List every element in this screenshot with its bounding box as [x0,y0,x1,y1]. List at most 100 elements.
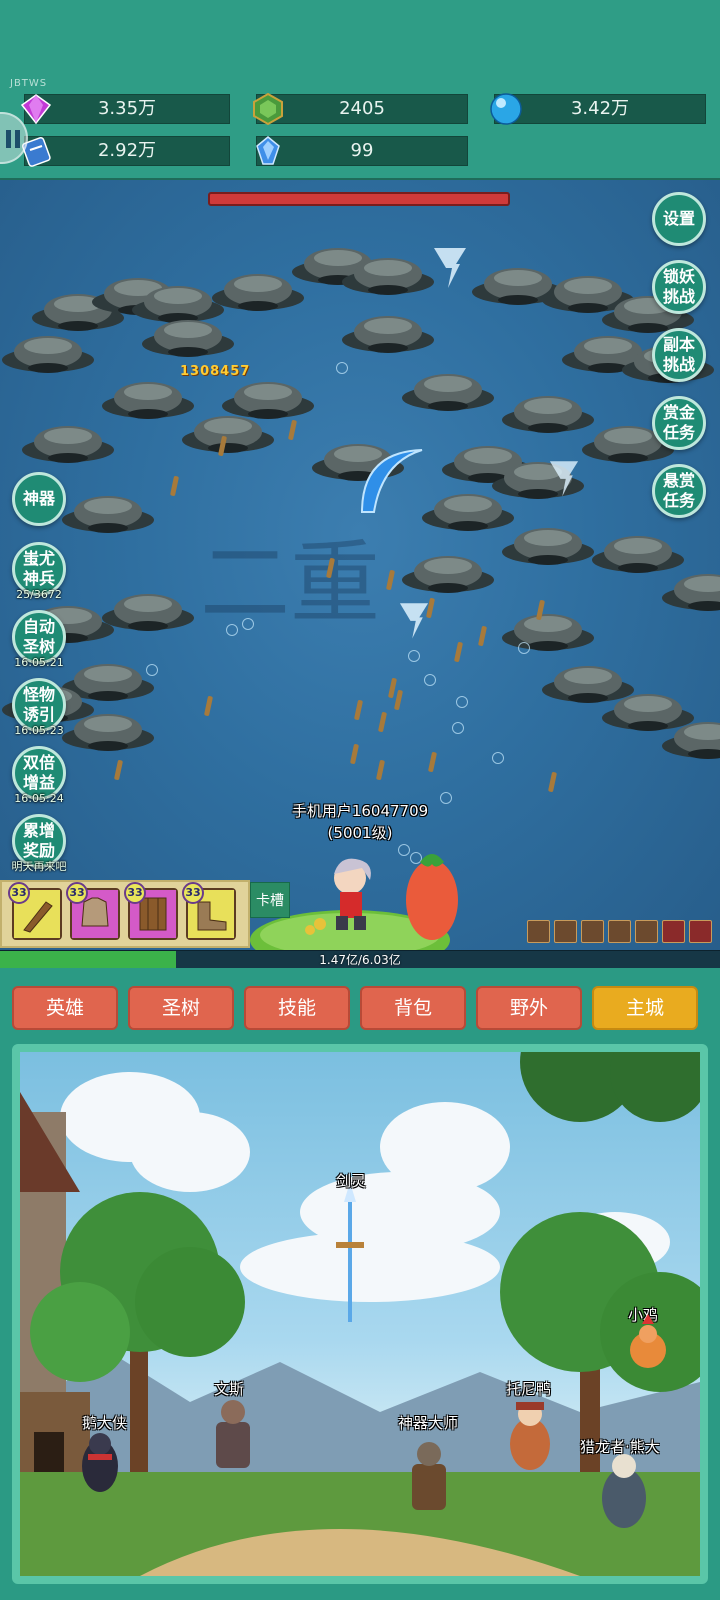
skill-icon[interactable] [554,920,577,943]
chiyou-weapon-button[interactable]: 蚩尤 神兵 25/3672 [12,542,66,601]
tornado-effect [434,248,466,288]
arrow-projectile [453,641,464,663]
flying-saucer-enemy [22,426,114,463]
flying-saucer-enemy [402,556,494,593]
skill-icon[interactable] [689,920,712,943]
skill-icon[interactable] [608,920,631,943]
blue-slash-effect [360,449,423,513]
bubble [452,722,464,734]
skill-icon-row [527,920,712,943]
blue-orb-icon [490,93,522,125]
flying-saucer-enemy [502,528,594,565]
arrow-projectile [377,711,388,733]
arrow-projectile [387,677,398,699]
tornado-effect [549,461,579,497]
settings-button[interactable]: 设置 [652,192,706,246]
card-boots[interactable]: 33 [182,882,236,940]
resource-diamond: 3.35万 [20,94,230,125]
tab-heroes[interactable]: 英雄 [12,986,118,1030]
player-nameplate: 手机用户16047709 (5001级) [270,800,450,844]
bubble [518,642,530,654]
main-tab-bar: 英雄 圣树 技能 背包 野外 主城 [12,986,708,1032]
arrow-projectile [427,751,438,773]
npc-label-sword-spirit[interactable]: 剑灵 [336,1170,366,1191]
flying-saucer-enemy [402,374,494,411]
resource-orb: 3.42万 [490,93,706,125]
auto-tree-button[interactable]: 自动 圣树 16:05:21 [12,610,66,669]
arrow-projectile [203,695,214,717]
npc-label-dragon-hunter[interactable]: 猎龙者·熊大 [580,1436,660,1457]
reward-task-button[interactable]: 悬赏 任务 [652,464,706,518]
npc-label-chick[interactable]: 小鸡 [628,1304,658,1325]
flying-saucer-enemy [62,496,154,533]
battle-watermark: 二重 [200,531,380,636]
chiyou-progress: 25/3672 [16,588,62,601]
player-name: 手机用户16047709 [291,802,429,820]
flying-saucer-enemy [222,382,314,419]
npc-label-vince[interactable]: 文斯 [214,1378,244,1399]
battle-field: 二重 1308457 设置 锁妖 挑战 副本 挑战 赏金 任务 悬赏 任务 神器… [0,178,720,968]
city-landscape [20,1052,700,1576]
lock-demon-challenge-button[interactable]: 锁妖 挑战 [652,260,706,314]
npc-label-goose-hero[interactable]: 鹅大侠 [82,1412,127,1433]
flying-saucer-enemy [142,320,234,357]
double-buff-timer: 16:05:24 [14,792,64,805]
tab-main-city[interactable]: 主城 [592,986,698,1030]
main-city-scene: 剑灵 小鸡 文斯 托尼鸭 鹅大侠 神器大师 猎龙者·熊大 [12,1044,708,1584]
damage-number: 1308457 [180,364,251,379]
arrow-projectile [169,475,180,497]
bounty-task-button[interactable]: 赏金 任务 [652,396,706,450]
flying-saucer-enemy [662,574,720,611]
card-club[interactable]: 33 [8,882,62,940]
auto-tree-timer: 16:05:21 [14,656,64,669]
double-buff-button[interactable]: 双倍 增益 16:05:24 [12,746,66,805]
arrow-projectile [349,743,360,765]
tab-backpack[interactable]: 背包 [360,986,466,1030]
skill-icon[interactable] [662,920,685,943]
tab-holy-tree[interactable]: 圣树 [128,986,234,1030]
arrow-projectile [113,759,124,781]
tab-skills[interactable]: 技能 [244,986,350,1030]
skill-icon[interactable] [635,920,658,943]
cumulative-reward-status: 明天再来吧 [11,860,67,873]
flying-saucer-enemy [342,258,434,295]
dungeon-challenge-button[interactable]: 副本 挑战 [652,328,706,382]
arrow-projectile [393,689,404,711]
card-shield[interactable]: 33 [124,882,178,940]
npc-label-artifact-master[interactable]: 神器大师 [398,1412,458,1433]
experience-text: 1.47亿/6.03亿 [319,953,401,967]
blue-shard-icon [256,136,280,165]
header-tag: JBTWS [10,78,48,89]
bubble [408,650,420,662]
arrow-projectile [477,625,488,647]
monster-lure-button[interactable]: 怪物 诱引 16:05:23 [12,678,66,737]
experience-bar: 1.47亿/6.03亿 [0,950,720,968]
artifact-button[interactable]: 神器 [12,472,66,526]
green-crystal-icon [253,92,283,126]
card-slot-button[interactable]: 卡槽 [250,882,290,918]
cumulative-reward-button[interactable]: 累增 奖励 明天再来吧 [12,814,67,873]
resource-ticket: 2.92万 [21,136,230,167]
bubble [424,674,436,686]
tornado-effect [399,603,429,639]
bubble [336,362,348,374]
monster-lure-timer: 16:05:23 [14,724,64,737]
skill-icon[interactable] [581,920,604,943]
skill-icon[interactable] [527,920,550,943]
equipment-card-tray: 33 33 33 33 [0,880,250,948]
resource-header: JBTWS 3.35万 2405 3.42万 2.92万 99 [0,0,720,178]
resource-shard: 99 [256,136,468,166]
boss-health-bar [208,192,510,206]
arrow-projectile [353,699,364,721]
flying-saucer-enemy [662,722,720,759]
tab-wilderness[interactable]: 野外 [476,986,582,1030]
npc-label-tony-duck[interactable]: 托尼鸭 [506,1378,551,1399]
arrow-projectile [385,569,396,591]
bubble [242,618,254,630]
bubble [226,624,238,636]
purple-gem-icon [20,94,52,125]
resource-crystal: 2405 [253,92,468,126]
bubble [456,696,468,708]
card-armor[interactable]: 33 [66,882,120,940]
bubble [492,752,504,764]
